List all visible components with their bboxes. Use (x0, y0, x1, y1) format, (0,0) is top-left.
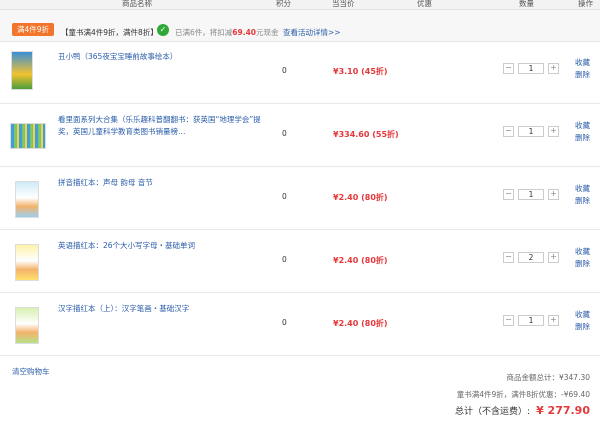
increase-button[interactable]: + (548, 126, 559, 137)
favorite-link[interactable]: 收藏 (575, 246, 590, 258)
increase-button[interactable]: + (548, 252, 559, 263)
total: 总计（不含运费）: ¥ 277.90 (455, 404, 590, 417)
cart-header: 商品名称 积分 当当价 优惠 数量 操作 (0, 0, 600, 10)
promo-discount-summary: 童书满4件9折，满件8折优惠：-¥69.40 (456, 390, 590, 399)
book-cover[interactable] (15, 307, 39, 344)
item-actions: 收藏 删除 (575, 57, 590, 81)
total-label: 总计（不含运费）: (455, 407, 531, 417)
increase-button[interactable]: + (548, 315, 559, 326)
cart-item: 看里面系列大合集（乐乐趣科普翻翻书：获英国“地理学会”提奖，英国儿童科学教育类图… (0, 104, 600, 167)
delete-link[interactable]: 删除 (575, 69, 590, 81)
header-action: 操作 (578, 0, 593, 8)
item-points: 0 (282, 129, 287, 138)
book-cover[interactable] (15, 181, 39, 218)
total-value: ¥ 277.90 (536, 404, 590, 417)
promo-tag: 满4件9折 (12, 23, 55, 36)
book-cover[interactable] (10, 123, 46, 149)
check-icon: ✓ (157, 24, 169, 36)
delete-link[interactable]: 删除 (575, 195, 590, 207)
favorite-link[interactable]: 收藏 (575, 57, 590, 69)
item-title[interactable]: 拼音描红本：声母 韵母 音节 (58, 177, 268, 189)
quantity-input[interactable]: 1 (518, 126, 544, 137)
quantity-stepper: − 1 + (503, 63, 559, 74)
quantity-stepper: − 1 + (503, 315, 559, 326)
clear-cart-link[interactable]: 清空购物车 (12, 366, 50, 377)
item-actions: 收藏 删除 (575, 246, 590, 270)
item-price: ¥2.40 (80折) (333, 256, 388, 265)
item-points: 0 (282, 66, 287, 75)
promo-detail-link[interactable]: 查看活动详情>> (283, 27, 341, 38)
quantity-input[interactable]: 2 (518, 252, 544, 263)
quantity-stepper: − 2 + (503, 252, 559, 263)
promo-amount: 69.40 (232, 28, 257, 37)
item-price: ¥2.40 (80折) (333, 319, 388, 328)
item-actions: 收藏 删除 (575, 120, 590, 144)
increase-button[interactable]: + (548, 63, 559, 74)
increase-button[interactable]: + (548, 189, 559, 200)
item-points: 0 (282, 192, 287, 201)
header-name: 商品名称 (122, 0, 152, 8)
delete-link[interactable]: 删除 (575, 321, 590, 333)
decrease-button[interactable]: − (503, 189, 514, 200)
promo-status: 已满6件，将扣减69.40元现金 (175, 28, 279, 37)
item-title[interactable]: 英语描红本：26个大小写字母・基础单词 (58, 240, 268, 252)
quantity-input[interactable]: 1 (518, 63, 544, 74)
item-title[interactable]: 汉字描红本（上）：汉字笔画・基础汉字 (58, 303, 268, 315)
favorite-link[interactable]: 收藏 (575, 309, 590, 321)
decrease-button[interactable]: − (503, 126, 514, 137)
book-cover[interactable] (11, 51, 33, 90)
header-discount: 优惠 (417, 0, 432, 8)
decrease-button[interactable]: − (503, 63, 514, 74)
item-price: ¥3.10 (45折) (333, 67, 388, 76)
item-actions: 收藏 删除 (575, 309, 590, 333)
item-title[interactable]: 丑小鸭（365夜宝宝睡前故事绘本） (58, 51, 268, 63)
delete-link[interactable]: 删除 (575, 132, 590, 144)
item-points: 0 (282, 255, 287, 264)
decrease-button[interactable]: − (503, 315, 514, 326)
subtotal: 商品金额总计：¥347.30 (506, 373, 590, 382)
decrease-button[interactable]: − (503, 252, 514, 263)
favorite-link[interactable]: 收藏 (575, 183, 590, 195)
header-points: 积分 (276, 0, 291, 8)
cart-item: 汉字描红本（上）：汉字笔画・基础汉字 0 ¥2.40 (80折) − 1 + 收… (0, 293, 600, 356)
quantity-stepper: − 1 + (503, 189, 559, 200)
item-price: ¥334.60 (55折) (333, 130, 399, 139)
quantity-input[interactable]: 1 (518, 189, 544, 200)
item-actions: 收藏 删除 (575, 183, 590, 207)
promo-bar: 满4件9折 【童书满4件9折，满件8折】 ✓ 已满6件，将扣减69.40元现金 … (0, 10, 600, 42)
book-cover[interactable] (15, 244, 39, 281)
header-price: 当当价 (332, 0, 355, 8)
header-qty: 数量 (519, 0, 534, 8)
cart-item: 拼音描红本：声母 韵母 音节 0 ¥2.40 (80折) − 1 + 收藏 删除 (0, 167, 600, 230)
cart-item: 英语描红本：26个大小写字母・基础单词 0 ¥2.40 (80折) − 2 + … (0, 230, 600, 293)
cart-item: 丑小鸭（365夜宝宝睡前故事绘本） 0 ¥3.10 (45折) − 1 + 收藏… (0, 41, 600, 104)
item-price: ¥2.40 (80折) (333, 193, 388, 202)
favorite-link[interactable]: 收藏 (575, 120, 590, 132)
quantity-input[interactable]: 1 (518, 315, 544, 326)
quantity-stepper: − 1 + (503, 126, 559, 137)
item-points: 0 (282, 318, 287, 327)
item-title[interactable]: 看里面系列大合集（乐乐趣科普翻翻书：获英国“地理学会”提奖，英国儿童科学教育类图… (58, 114, 268, 138)
promo-text: 【童书满4件9折，满件8折】 (61, 28, 158, 37)
delete-link[interactable]: 删除 (575, 258, 590, 270)
